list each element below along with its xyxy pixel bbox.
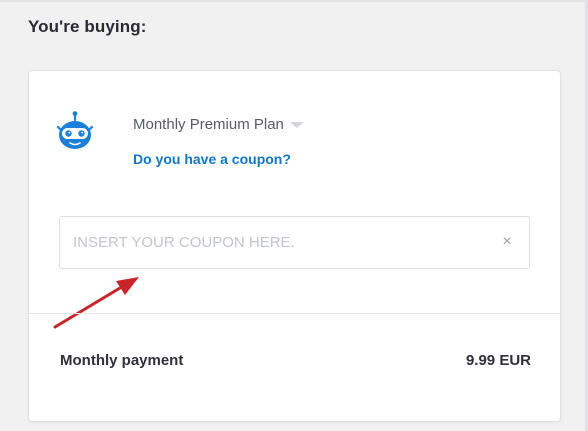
coupon-field: × — [59, 216, 530, 269]
plan-name: Monthly Premium Plan — [133, 116, 284, 133]
red-arrow-icon — [53, 277, 139, 329]
coupon-input[interactable] — [60, 217, 490, 268]
order-summary-card: Monthly Premium Plan Do you have a coupo… — [28, 70, 561, 422]
top-border — [0, 0, 588, 2]
robot-mascot-icon — [56, 111, 94, 149]
plan-selector[interactable]: Monthly Premium Plan — [133, 116, 304, 133]
payment-amount: 9.99 EUR — [465, 352, 531, 369]
close-icon[interactable]: × — [499, 233, 515, 251]
page-title: You're buying: — [28, 17, 147, 36]
caret-down-icon[interactable] — [289, 121, 304, 128]
coupon-link[interactable]: Do you have a coupon? — [133, 151, 291, 167]
payment-label: Monthly payment — [60, 352, 184, 369]
divider — [29, 313, 560, 314]
